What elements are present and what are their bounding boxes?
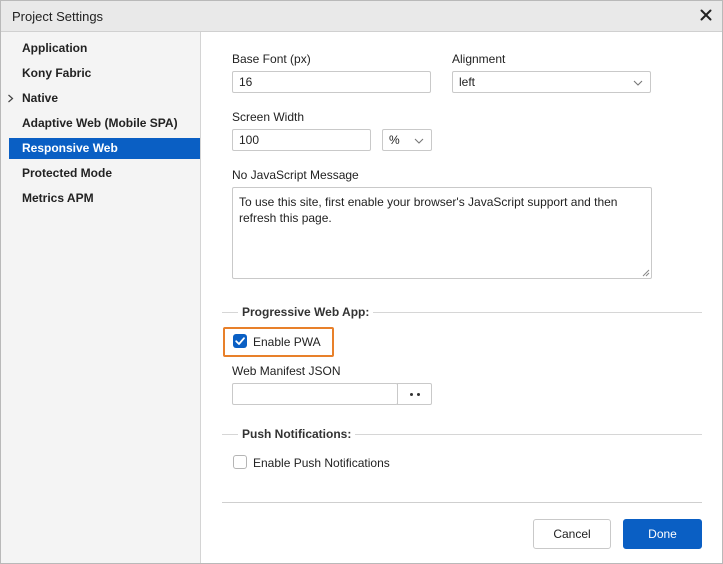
close-icon[interactable] [698, 7, 714, 23]
base-font-value: 16 [239, 75, 253, 89]
no-js-message-label: No JavaScript Message [232, 168, 359, 182]
enable-pwa-label[interactable]: Enable PWA [253, 335, 321, 349]
sidebar-item-native[interactable]: Native [6, 88, 200, 109]
base-font-label: Base Font (px) [232, 52, 311, 66]
alignment-label: Alignment [452, 52, 506, 66]
chevron-down-icon [633, 80, 643, 86]
screen-width-input[interactable]: 100 [232, 129, 371, 151]
resize-handle-icon[interactable] [642, 269, 650, 277]
footer-divider [222, 502, 702, 503]
pwa-section-title: Progressive Web App: [238, 305, 374, 319]
browse-manifest-button[interactable] [397, 383, 432, 405]
more-dot-icon [410, 393, 413, 396]
done-button[interactable]: Done [623, 519, 702, 549]
screen-width-unit-value: % [389, 133, 400, 147]
alignment-select[interactable]: left [452, 71, 651, 93]
alignment-value: left [459, 75, 476, 89]
screen-width-value: 100 [239, 133, 260, 147]
more-dot-icon [417, 393, 420, 396]
title-bar: Project Settings [1, 1, 722, 32]
chevron-right-icon[interactable] [6, 94, 15, 103]
sidebar-item-label: Kony Fabric [22, 66, 92, 80]
no-js-message-textarea[interactable]: To use this site, first enable your brow… [232, 187, 652, 279]
sidebar-item-metrics-apm[interactable]: Metrics APM [9, 188, 200, 209]
screen-width-label: Screen Width [232, 110, 305, 124]
cancel-button[interactable]: Cancel [533, 519, 611, 549]
sidebar-item-kony-fabric[interactable]: Kony Fabric [9, 63, 200, 84]
enable-push-label[interactable]: Enable Push Notifications [253, 456, 390, 470]
responsive-web-settings: Base Font (px) 16 Alignment left Screen … [202, 32, 722, 563]
sidebar-item-protected-mode[interactable]: Protected Mode [9, 163, 200, 184]
chevron-down-icon [414, 138, 424, 144]
web-manifest-label: Web Manifest JSON [232, 364, 341, 378]
enable-pwa-checkbox[interactable] [233, 334, 247, 348]
sidebar-item-label: Adaptive Web (Mobile SPA) [22, 116, 178, 130]
no-js-message-value: To use this site, first enable your brow… [239, 195, 618, 225]
sidebar-item-responsive-web[interactable]: Responsive Web [9, 138, 200, 159]
screen-width-unit-select[interactable]: % [382, 129, 432, 151]
sidebar-item-label: Application [22, 41, 88, 55]
web-manifest-input[interactable] [232, 383, 398, 405]
checkmark-icon [235, 337, 245, 345]
sidebar-item-label: Responsive Web [22, 141, 118, 155]
sidebar-item-label: Native [22, 91, 59, 105]
push-section-title: Push Notifications: [238, 427, 356, 441]
dialog-title: Project Settings [12, 9, 104, 24]
settings-sidebar: Application Kony Fabric Native Adaptive … [1, 32, 201, 563]
sidebar-item-application[interactable]: Application [9, 38, 200, 59]
sidebar-item-label: Metrics APM [22, 191, 94, 205]
base-font-input[interactable]: 16 [232, 71, 431, 93]
sidebar-item-adaptive-web[interactable]: Adaptive Web (Mobile SPA) [9, 113, 200, 134]
sidebar-item-label: Protected Mode [22, 166, 113, 180]
enable-push-checkbox[interactable] [233, 455, 247, 469]
project-settings-dialog: Project Settings Application Kony Fabric… [0, 0, 723, 564]
